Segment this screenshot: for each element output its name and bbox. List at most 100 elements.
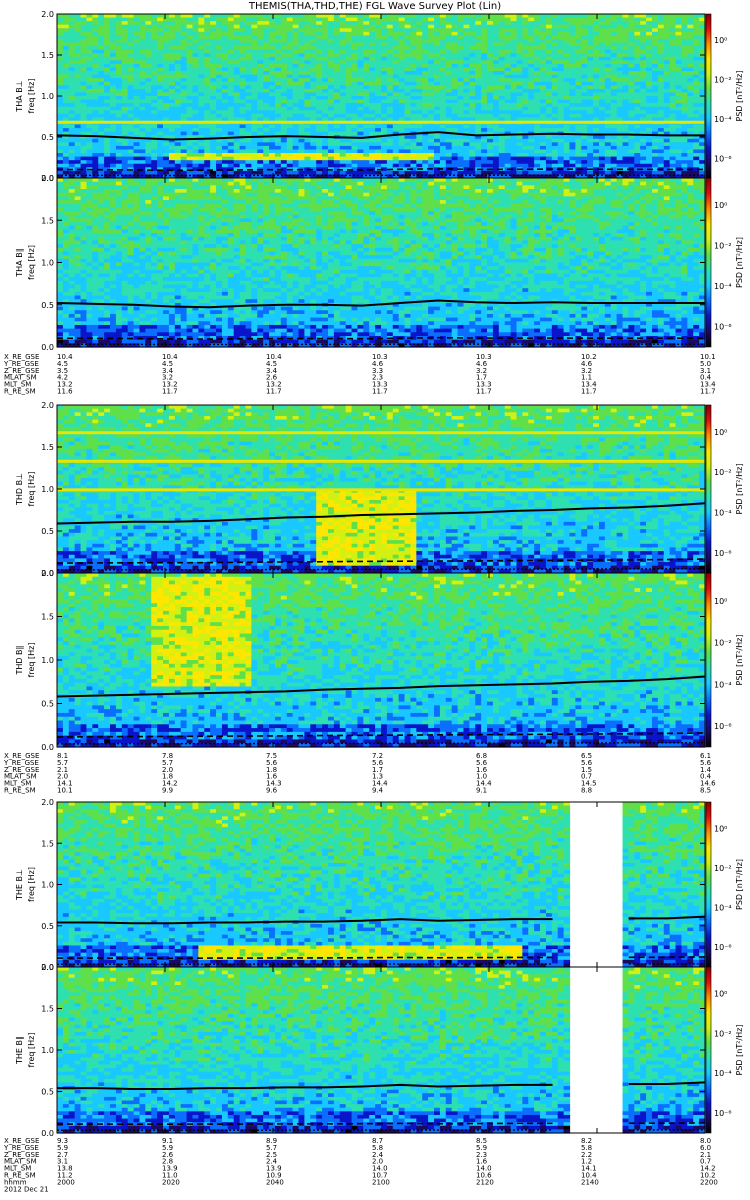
y-tick-label: 1.5	[41, 1005, 54, 1014]
y-tick-label: 0.5	[41, 301, 54, 310]
heatmap-cells	[57, 178, 706, 348]
ephemeris-value: 2100	[372, 1178, 390, 1186]
y-axis-label: freq [Hz]	[27, 79, 36, 114]
colorbar-tick: 10⁻⁴	[714, 904, 732, 913]
y-axis-label: freq [Hz]	[27, 472, 36, 507]
ephemeris-value: 11.7	[476, 388, 492, 396]
tone-line-1	[57, 459, 705, 463]
y-tick-label: 1.5	[41, 443, 54, 452]
y-tick-label: 0.5	[41, 700, 54, 709]
y-axis-label: THA B⊥	[15, 80, 24, 112]
colorbar-label: PSD [nT²/Hz]	[735, 237, 744, 288]
colorbar-label: PSD [nT²/Hz]	[735, 1025, 744, 1076]
y-axis-label: freq [Hz]	[27, 643, 36, 678]
heatmap-cells	[57, 14, 706, 179]
y-tick-label: 0.5	[41, 1088, 54, 1097]
tone-line-0	[57, 120, 705, 124]
colorbar-tick: 10⁻⁶	[714, 1109, 732, 1118]
colorbar	[705, 13, 712, 179]
y-axis-label: freq [Hz]	[27, 1033, 36, 1068]
colorbar-tick: 10⁻⁶	[714, 154, 732, 163]
ephemeris-value: 11.7	[700, 388, 716, 396]
wave-survey-figure: 0.00.51.01.52.0THA B⊥ freq [Hz]10⁰10⁻²10⁻…	[3, 10, 744, 1193]
y-axis-label: THE B⊥	[15, 869, 24, 901]
colorbar-tick: 10⁻⁴	[714, 509, 732, 518]
y-axis-label: THE B∥	[15, 1036, 24, 1065]
y-tick-label: 1.0	[41, 92, 54, 101]
ephemeris-table: X_RE_GSE 8.1 7.8 7.5 7.2 6.8 6.5 6.1Y_RE_GSE 5.7…	[3, 752, 716, 795]
ephemeris-value: 2140	[581, 1178, 599, 1186]
spectrogram-panel-the-bpar: 0.0 0.5 1.0 1.5 2.0 THE B∥ freq [Hz] 10⁰ 10⁻² 10⁻…	[15, 963, 744, 1138]
y-axis-label: THD B⊥	[15, 473, 24, 506]
y-tick-label: 0.0	[41, 1129, 54, 1138]
ephemeris-value: 8.8	[581, 787, 592, 795]
ephemeris-value: 10.1	[57, 787, 73, 795]
spectrogram-panel-tha-bpar: 0.0 0.5 1.0 1.5 2.0 THA B∥ freq [Hz] 10⁰ 10⁻² 10⁻…	[15, 174, 744, 352]
y-tick-label: 1.0	[41, 1046, 54, 1055]
colorbar	[705, 177, 712, 348]
ephemeris-value: 11.6	[57, 388, 73, 396]
ephemeris-value: 11.7	[372, 388, 388, 396]
colorbar-tick: 10⁻⁴	[714, 1069, 732, 1078]
y-tick-label: 0.5	[41, 527, 54, 536]
ephemeris-value: 9.4	[372, 787, 384, 795]
colorbar-tick: 10⁻⁴	[714, 680, 732, 689]
y-tick-label: 2.0	[41, 401, 54, 410]
y-tick-label: 0.0	[41, 343, 54, 352]
ephemeris-value: 2120	[476, 1178, 494, 1186]
colorbar-tick: 10⁻⁶	[714, 943, 732, 952]
colorbar-tick: 10⁻²	[714, 468, 732, 477]
y-tick-label: 1.5	[41, 216, 54, 225]
spectrogram-panel-tha-bperp: 0.00.51.01.52.0THA B⊥ freq [Hz]10⁰10⁻²10⁻…	[15, 10, 744, 183]
colorbar-tick: 10⁰	[714, 597, 727, 606]
ephemeris-row-label: 2012 Dec 21	[4, 1185, 49, 1193]
y-axis-label: freq [Hz]	[27, 867, 36, 902]
colorbar-tick: 10⁻²	[714, 1029, 732, 1038]
tone-line-2	[57, 431, 705, 435]
colorbar-tick: 10⁰	[714, 428, 727, 437]
colorbar-tick: 10⁻⁶	[714, 549, 732, 558]
colorbar-tick: 10⁰	[714, 824, 727, 833]
colorbar-tick: 10⁻²	[714, 76, 732, 85]
spectrogram-panel-thd-bpar: 0.0 0.5 1.0 1.5 2.0 THD B∥ freq [Hz] 10⁰ 10⁻² 10⁻…	[15, 569, 744, 752]
y-tick-label: 2.0	[41, 174, 54, 183]
ephemeris-row-label: R_RE_SM	[4, 388, 36, 396]
spectrogram-panel-the-bperp: 0.00.51.01.52.0THE B⊥ freq [Hz]10⁰10⁻²10⁻…	[15, 798, 744, 972]
ephemeris-value: 9.9	[162, 787, 173, 795]
ephemeris-value: 9.6	[266, 787, 278, 795]
ephemeris-value: 2020	[162, 1178, 180, 1186]
y-tick-label: 0.0	[41, 743, 54, 752]
y-tick-label: 2.0	[41, 569, 54, 578]
y-tick-label: 2.0	[41, 798, 54, 807]
ephemeris-value: 8.5	[700, 787, 711, 795]
colorbar-tick: 10⁻²	[714, 864, 732, 873]
colorbar-tick: 10⁰	[714, 990, 727, 999]
colorbar-tick: 10⁻²	[714, 242, 732, 251]
ephemeris-value: 2040	[266, 1178, 284, 1186]
colorbar	[705, 801, 712, 968]
spectrogram-panel-thd-bperp: 0.00.51.01.52.0THD B⊥ freq [Hz]10⁰10⁻²10⁻…	[15, 401, 744, 578]
heatmap-cells	[57, 573, 706, 748]
colorbar-tick: 10⁻⁶	[714, 323, 732, 332]
ephemeris-value: 11.7	[266, 388, 282, 396]
colorbar	[705, 966, 712, 1134]
tone-line-0	[57, 488, 705, 492]
ephemeris-table: X_RE_GSE 9.3 9.1 8.9 8.7 8.5 8.2 8.0Y_RE_GSE 5.9…	[3, 1137, 718, 1193]
y-tick-label: 1.0	[41, 881, 54, 890]
colorbar-label: PSD [nT²/Hz]	[735, 859, 744, 910]
y-tick-label: 0.5	[41, 133, 54, 142]
colorbar-tick: 10⁻⁶	[714, 722, 732, 731]
y-axis-label: THA B∥	[15, 248, 24, 277]
colorbar-tick: 10⁰	[714, 36, 727, 45]
colorbar	[705, 404, 712, 574]
y-axis-label: THD B∥	[15, 645, 24, 675]
colorbar-tick: 10⁰	[714, 201, 727, 210]
y-tick-label: 1.0	[41, 656, 54, 665]
colorbar-tick: 10⁻²	[714, 639, 732, 648]
y-tick-label: 1.0	[41, 259, 54, 268]
colorbar-tick: 10⁻⁴	[714, 282, 732, 291]
y-tick-label: 1.5	[41, 839, 54, 848]
ephemeris-value: 2000	[57, 1178, 75, 1186]
y-tick-label: 1.0	[41, 485, 54, 494]
y-tick-label: 1.5	[41, 613, 54, 622]
